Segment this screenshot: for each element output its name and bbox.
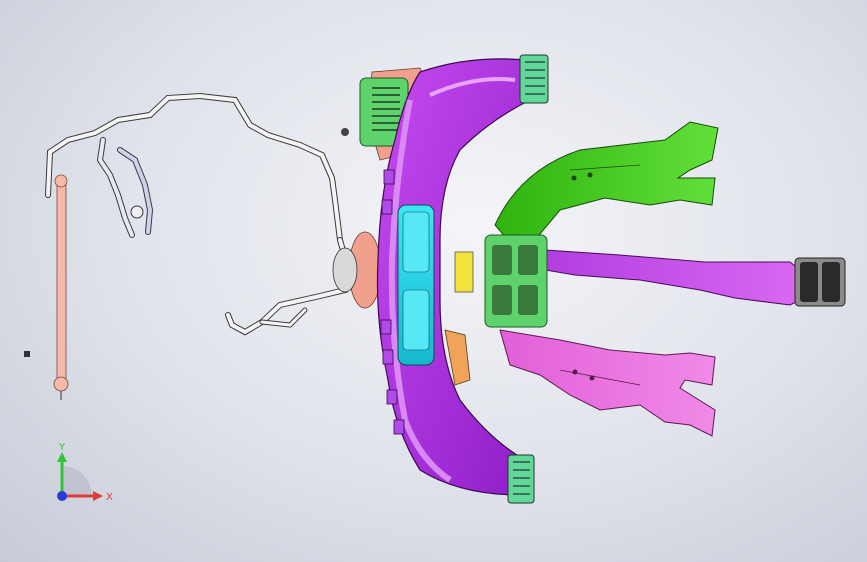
bottom-vent-connector (507, 454, 535, 504)
x-axis-label: X (106, 492, 113, 503)
center-console-bracket-upper[interactable] (494, 121, 719, 249)
cyan-vent-panel[interactable] (397, 204, 435, 366)
center-duct[interactable] (544, 249, 846, 307)
z-axis-dot (57, 491, 67, 501)
hvac-center-module[interactable] (484, 234, 548, 328)
y-axis-label: Y (58, 442, 66, 453)
center-console-bracket-lower[interactable] (499, 329, 716, 437)
coordinate-triad: Y X (57, 442, 113, 503)
top-vent-connector (519, 54, 549, 104)
small-screw (24, 351, 30, 357)
cad-viewport[interactable] (0, 0, 867, 562)
steering-support-rod[interactable] (53, 174, 69, 400)
wire-harness[interactable] (45, 92, 352, 336)
yellow-clip (454, 251, 474, 293)
